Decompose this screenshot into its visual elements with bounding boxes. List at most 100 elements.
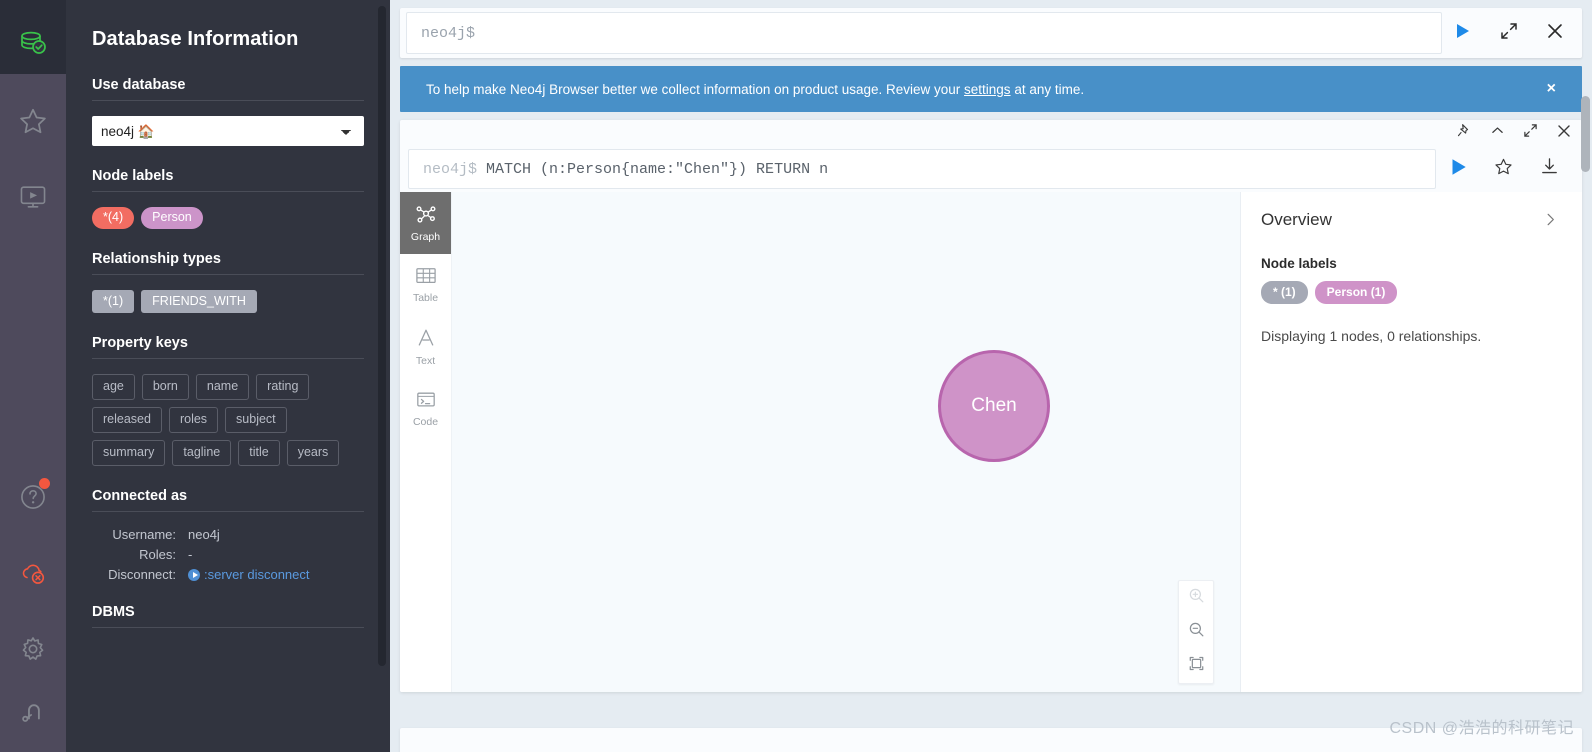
frame-query-text: MATCH (n:Person{name:"Chen"}) RETURN n — [486, 160, 829, 178]
node-labels-pill-row: *(4) Person — [92, 207, 364, 229]
node-label-pill[interactable]: Person — [141, 207, 203, 229]
property-key-chip[interactable]: age — [92, 374, 135, 400]
sidebar-item-favorites[interactable] — [0, 90, 66, 152]
fullscreen-icon — [1523, 123, 1538, 143]
graph-canvas[interactable]: Chen — [452, 192, 1240, 692]
property-key-chip[interactable]: name — [195, 374, 250, 400]
tab-graph[interactable]: Graph — [400, 192, 451, 254]
server-disconnect-text: :server disconnect — [204, 567, 310, 582]
editor-close-button[interactable] — [1532, 8, 1578, 58]
node-label-pill[interactable]: *(4) — [92, 207, 135, 229]
settings-link[interactable]: settings — [964, 82, 1011, 97]
frame-fullscreen-button[interactable] — [1523, 123, 1538, 143]
sidebar-item-connection[interactable] — [0, 680, 66, 742]
graph-node[interactable]: Chen — [938, 350, 1050, 462]
graph-node-caption: Chen — [971, 395, 1017, 416]
text-letter-a-icon — [415, 327, 437, 352]
tab-graph-label: Graph — [410, 231, 441, 243]
property-key-chip[interactable]: released — [92, 407, 162, 433]
tab-code-label: Code — [412, 416, 439, 428]
frame-query-display[interactable]: neo4j$ MATCH (n:Person{name:"Chen"}) RET… — [408, 149, 1436, 189]
overview-node-labels-heading: Node labels — [1261, 256, 1337, 271]
notification-close-button[interactable]: × — [1543, 81, 1560, 97]
fullscreen-icon — [1500, 22, 1518, 45]
query-result-frame: neo4j$ MATCH (n:Person{name:"Chen"}) RET… — [400, 120, 1582, 692]
server-disconnect-link[interactable]: :server disconnect — [188, 567, 310, 582]
sidebar-scrollbar[interactable] — [378, 6, 386, 666]
code-terminal-icon — [415, 390, 437, 413]
editor-placeholder: neo4j$ — [421, 24, 476, 42]
query-editor-bar: neo4j$ — [400, 8, 1582, 58]
tab-table[interactable]: Table — [400, 254, 451, 316]
fit-to-screen-icon — [1188, 655, 1205, 677]
roles-value: - — [188, 547, 193, 562]
dbms-heading: DBMS — [92, 604, 135, 620]
divider — [92, 511, 364, 512]
property-keys-row: age born name rating released roles subj… — [92, 374, 364, 466]
chevron-right-icon — [1543, 213, 1558, 231]
relationship-type-pill[interactable]: FRIENDS_WITH — [141, 290, 257, 313]
tab-table-label: Table — [412, 292, 439, 304]
frame-run-button[interactable] — [1436, 156, 1480, 183]
connected-as-row: Disconnect: :server disconnect — [92, 567, 364, 582]
frame-pin-button[interactable] — [1457, 123, 1472, 143]
frame-close-button[interactable] — [1556, 123, 1572, 144]
frame-favorite-button[interactable] — [1480, 157, 1526, 181]
main-scrollbar[interactable] — [1581, 96, 1590, 172]
dbms-section: DBMS — [92, 604, 364, 628]
editor-expand-button[interactable] — [1486, 8, 1532, 58]
sidebar-item-disconnect[interactable] — [0, 542, 66, 604]
divider — [92, 274, 364, 275]
property-key-chip[interactable]: tagline — [172, 440, 232, 466]
divider — [92, 358, 364, 359]
property-key-chip[interactable]: born — [141, 374, 189, 400]
sidebar-item-settings[interactable] — [0, 618, 66, 680]
property-keys-heading: Property keys — [92, 335, 188, 351]
zoom-in-button[interactable] — [1178, 581, 1214, 615]
frame-download-button[interactable] — [1526, 157, 1572, 181]
divider — [92, 100, 364, 101]
frame-command-row: neo4j$ MATCH (n:Person{name:"Chen"}) RET… — [400, 146, 1582, 192]
table-grid-icon — [415, 266, 437, 289]
divider — [92, 627, 364, 628]
connected-as-section: Connected as Username: neo4j Roles: - Di… — [92, 488, 364, 582]
notification-text: To help make Neo4j Browser better we col… — [426, 82, 1543, 97]
property-key-chip[interactable]: years — [286, 440, 340, 466]
overview-label-pill[interactable]: Person (1) — [1314, 281, 1398, 304]
connected-as-row: Username: neo4j — [92, 527, 364, 542]
property-key-chip[interactable]: rating — [256, 374, 310, 400]
frame-collapse-button[interactable] — [1490, 123, 1505, 143]
tab-text[interactable]: Text — [400, 316, 451, 378]
property-key-chip[interactable]: summary — [92, 440, 166, 466]
sidebar-item-database[interactable] — [0, 12, 66, 74]
close-icon — [1556, 123, 1572, 144]
relationship-types-section: Relationship types *(1) FRIENDS_WITH — [92, 251, 364, 313]
sidebar-item-help[interactable] — [0, 466, 66, 528]
database-select[interactable]: neo4j 🏠 — [92, 116, 364, 146]
neo4j-browser-app: Database Information Use database neo4j … — [0, 0, 1592, 752]
relationship-type-pill[interactable]: *(1) — [92, 290, 135, 313]
frame-prompt: neo4j$ — [423, 160, 478, 178]
sidebar-item-guides[interactable] — [0, 166, 66, 228]
next-frame-peek — [400, 728, 1582, 752]
node-labels-heading: Node labels — [92, 168, 174, 184]
roles-label: Roles: — [139, 547, 176, 562]
fit-to-screen-button[interactable] — [1178, 649, 1214, 683]
navigation-rail — [0, 0, 66, 752]
editor-run-button[interactable] — [1442, 21, 1482, 46]
frame-titlebar — [400, 120, 1582, 146]
cloud-disconnect-icon — [18, 558, 48, 588]
overview-collapse-button[interactable] — [1539, 210, 1562, 234]
overview-label-pill[interactable]: * (1) — [1261, 281, 1308, 304]
username-value: neo4j — [188, 527, 220, 542]
property-key-chip[interactable]: subject — [225, 407, 287, 433]
property-key-chip[interactable]: title — [238, 440, 280, 466]
tab-code[interactable]: Code — [400, 378, 451, 440]
query-editor-input[interactable]: neo4j$ — [406, 12, 1442, 54]
database-icon — [18, 28, 48, 58]
divider — [92, 191, 364, 192]
zoom-in-icon — [1188, 587, 1205, 609]
property-key-chip[interactable]: roles — [168, 407, 219, 433]
zoom-out-button[interactable] — [1178, 615, 1214, 649]
overview-title: Overview — [1261, 210, 1332, 229]
